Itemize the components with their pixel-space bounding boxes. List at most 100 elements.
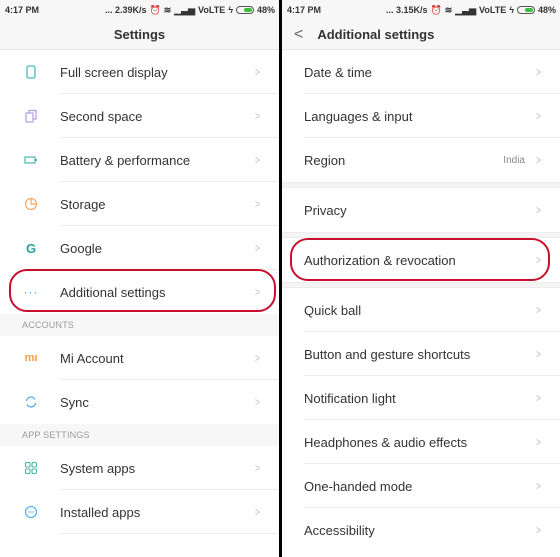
item-label: Additional settings [60, 284, 166, 300]
item-label: Quick ball [304, 302, 362, 318]
settings-item-privacy[interactable]: Privacy > [282, 188, 560, 232]
settings-item-languages-input[interactable]: Languages & input > [282, 94, 560, 138]
battery-percent: 48% [256, 5, 275, 15]
settings-item-region[interactable]: Region India > [282, 138, 560, 182]
settings-item-second-space[interactable]: Second space > [0, 94, 279, 138]
chevron-right-icon: > [255, 65, 260, 79]
status-time: 4:17 PM [5, 5, 40, 15]
page-title: Settings [0, 20, 279, 50]
chevron-right-icon: > [255, 153, 260, 167]
battery-icon [516, 6, 535, 14]
chevron-right-icon: > [255, 241, 260, 255]
chevron-right-icon: > [536, 253, 541, 267]
grid-apps-icon [0, 461, 60, 475]
item-label: Full screen display [60, 64, 168, 80]
settings-item-storage[interactable]: Storage > [0, 182, 279, 226]
item-label: Date & time [304, 64, 372, 80]
settings-item-battery[interactable]: Battery & performance > [0, 138, 279, 182]
chevron-right-icon: > [255, 109, 260, 123]
back-arrow-icon[interactable]: < [294, 26, 303, 43]
settings-item-notification-light[interactable]: Notification light > [282, 376, 560, 420]
chevron-right-icon: > [255, 505, 260, 519]
item-label: Second space [60, 108, 143, 124]
item-label: Notification light [304, 390, 396, 406]
settings-item-additional-settings[interactable]: ··· Additional settings > [0, 270, 279, 314]
item-label: Battery & performance [60, 152, 191, 168]
settings-item-full-screen-display[interactable]: Full screen display > [0, 50, 279, 94]
settings-item-accessibility[interactable]: Accessibility > [282, 508, 560, 552]
settings-item-one-handed-mode[interactable]: One-handed mode > [282, 464, 560, 508]
settings-item-button-gesture-shortcuts[interactable]: Button and gesture shortcuts > [282, 332, 560, 376]
chevron-right-icon: > [536, 303, 541, 317]
page-title: Additional settings [317, 27, 435, 42]
settings-panel: 4:17 PM ... 2.39K/s ⏰ ≋ ▁▃▅ VoLTE ϟ 48% … [0, 0, 279, 557]
charging-icon: ϟ [509, 5, 514, 15]
item-label: Privacy [304, 202, 347, 218]
chevron-right-icon: > [536, 435, 541, 449]
network-type: VoLTE [198, 5, 226, 15]
item-label: Accessibility [304, 522, 375, 538]
status-bar: 4:17 PM ... 3.15K/s ⏰ ≋ ▁▃▅ VoLTE ϟ 48% [282, 0, 560, 20]
chevron-right-icon: > [255, 351, 260, 365]
chevron-right-icon: > [536, 153, 541, 167]
item-label: Headphones & audio effects [304, 434, 468, 450]
chevron-right-icon: > [536, 523, 541, 537]
item-label: Languages & input [304, 108, 413, 124]
settings-item-google[interactable]: G Google > [0, 226, 279, 270]
item-label: One-handed mode [304, 478, 413, 494]
settings-item-authorization-revocation[interactable]: Authorization & revocation > [282, 238, 560, 282]
region-value: India [503, 154, 525, 166]
section-header-accounts: ACCOUNTS [0, 314, 279, 336]
more-dots-icon: ··· [23, 285, 39, 299]
wifi-icon: ≋ [444, 4, 453, 15]
google-icon: G [25, 240, 37, 256]
phone-screen-icon [0, 65, 60, 79]
network-speed: ... 3.15K/s [385, 5, 428, 15]
signal-icon: ▁▃▅ [455, 4, 477, 15]
storage-pie-icon [0, 197, 60, 211]
chevron-right-icon: > [536, 479, 541, 493]
chevron-right-icon: > [536, 391, 541, 405]
battery-outline-icon [0, 153, 60, 167]
item-label: System apps [60, 460, 136, 476]
settings-item-installed-apps[interactable]: Installed apps > [0, 490, 279, 534]
chevron-right-icon: > [536, 65, 541, 79]
item-label: Installed apps [60, 504, 141, 520]
chevron-right-icon: > [255, 461, 260, 475]
alarm-icon: ⏰ [149, 4, 161, 15]
settings-item-system-apps[interactable]: System apps > [0, 446, 279, 490]
status-time: 4:17 PM [287, 5, 322, 15]
settings-item-headphones-audio[interactable]: Headphones & audio effects > [282, 420, 560, 464]
chevron-right-icon: > [536, 109, 541, 123]
installed-apps-icon [0, 505, 60, 519]
chevron-right-icon: > [255, 197, 260, 211]
settings-item-quick-ball[interactable]: Quick ball > [282, 288, 560, 332]
item-label: Authorization & revocation [304, 252, 456, 268]
battery-percent: 48% [537, 5, 556, 15]
settings-item-sync[interactable]: Sync > [0, 380, 279, 424]
item-label: Storage [60, 196, 106, 212]
status-bar: 4:17 PM ... 2.39K/s ⏰ ≋ ▁▃▅ VoLTE ϟ 48% [0, 0, 279, 20]
settings-item-date-time[interactable]: Date & time > [282, 50, 560, 94]
item-label: Mi Account [60, 350, 124, 366]
chevron-right-icon: > [536, 347, 541, 361]
network-speed: ... 2.39K/s [104, 5, 147, 15]
sync-icon [0, 395, 60, 409]
additional-settings-list: Date & time > Languages & input > Region… [282, 50, 560, 552]
charging-icon: ϟ [228, 5, 233, 15]
item-label: Region [304, 152, 346, 168]
section-header-app-settings: APP SETTINGS [0, 424, 279, 446]
network-type: VoLTE [479, 5, 507, 15]
item-label: Google [60, 240, 102, 256]
header: < Additional settings [282, 20, 560, 50]
chevron-right-icon: > [255, 285, 260, 299]
alarm-icon: ⏰ [430, 4, 442, 15]
battery-icon [235, 6, 254, 14]
settings-list: Full screen display > Second space > Bat… [0, 50, 279, 534]
chevron-right-icon: > [255, 395, 260, 409]
item-label: Button and gesture shortcuts [304, 346, 471, 362]
additional-settings-panel: 4:17 PM ... 3.15K/s ⏰ ≋ ▁▃▅ VoLTE ϟ 48% … [282, 0, 560, 557]
item-label: Sync [60, 394, 89, 410]
settings-item-mi-account[interactable]: mı Mi Account > [0, 336, 279, 380]
signal-icon: ▁▃▅ [174, 4, 196, 15]
